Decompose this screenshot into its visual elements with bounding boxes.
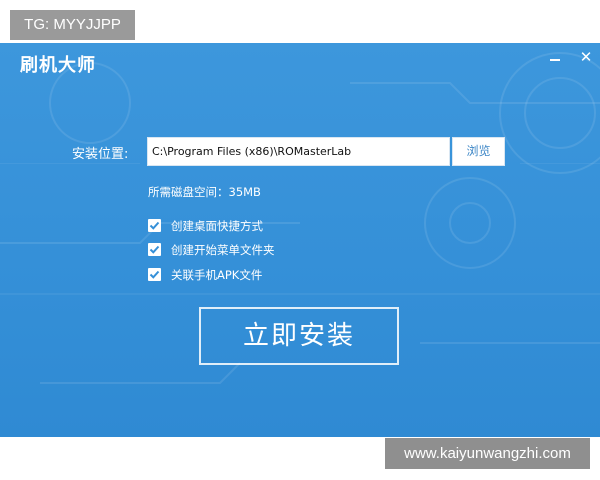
install-now-button[interactable]: 立即安装 [199,307,399,365]
close-icon: ✕ [579,48,593,66]
installer-window: 刷机大师 ✕ 安装位置: 浏览 所需磁盘空间：35MB 创建桌面快捷方式 创建开… [0,43,600,437]
option-label: 关联手机APK文件 [171,267,263,282]
checkbox-checked-icon[interactable] [148,219,161,232]
close-button[interactable]: ✕ [576,47,596,67]
option-desktop-shortcut[interactable]: 创建桌面快捷方式 [148,218,263,233]
disk-space-text: 所需磁盘空间：35MB [148,185,261,199]
screenshot: TG: MYYJJPP 刷机大师 ✕ 安装位置: C:\Program File… [0,0,600,480]
window-title: 刷机大师 [20,55,96,76]
checkbox-checked-icon[interactable] [148,243,161,256]
option-label: 创建开始菜单文件夹 [171,242,275,257]
install-path-input[interactable] [147,137,450,166]
watermark-top-left: TG: MYYJJPP [10,10,135,40]
watermark-bottom-right: www.kaiyunwangzhi.com [385,438,590,469]
browse-button[interactable]: 浏览 [452,137,505,166]
gear-background-art [0,52,600,384]
minimize-icon [550,59,560,61]
option-label: 创建桌面快捷方式 [171,218,263,233]
install-path-label: 安装位置: [72,147,129,162]
checkbox-checked-icon[interactable] [148,268,161,281]
minimize-button[interactable] [545,47,565,67]
option-start-menu-folder[interactable]: 创建开始菜单文件夹 [148,242,275,257]
option-associate-apk[interactable]: 关联手机APK文件 [148,267,262,282]
